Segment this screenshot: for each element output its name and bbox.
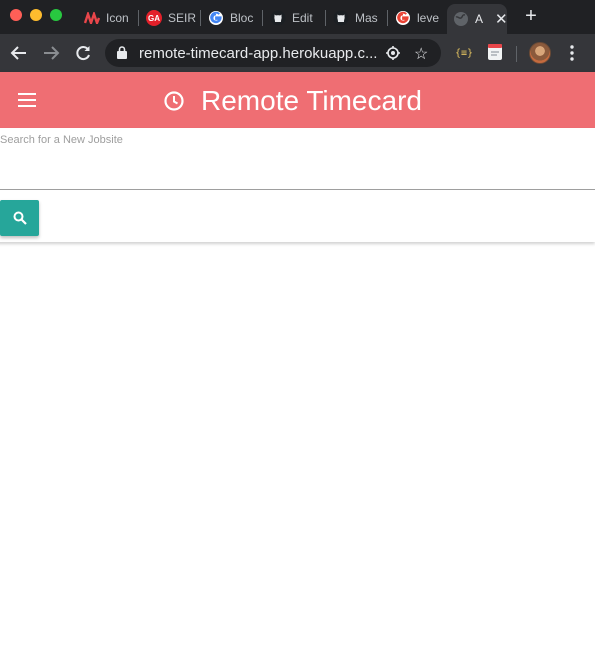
browser-tab[interactable]: GA SEIR bbox=[140, 4, 198, 32]
search-card: Search for a New Jobsite bbox=[0, 128, 595, 242]
profile-avatar[interactable] bbox=[529, 42, 551, 64]
tab-divider bbox=[138, 10, 139, 26]
lock-icon bbox=[117, 46, 127, 59]
tab-label: Edit bbox=[292, 11, 313, 25]
extension-notes-icon[interactable] bbox=[487, 43, 503, 61]
new-tab-button[interactable]: + bbox=[520, 5, 542, 27]
tab-divider bbox=[387, 10, 388, 26]
back-button[interactable] bbox=[7, 41, 31, 65]
browser-tab-active[interactable]: A ✕ bbox=[447, 4, 507, 34]
browser-tab[interactable]: Edit bbox=[264, 4, 324, 32]
window-minimize-button[interactable] bbox=[30, 9, 42, 21]
search-icon bbox=[13, 211, 27, 225]
tab-label: Icon bbox=[106, 11, 129, 25]
globe-icon bbox=[453, 11, 469, 27]
address-bar[interactable]: remote-timecard-app.herokuapp.c... ☆ bbox=[105, 39, 441, 67]
ga-logo-icon: GA bbox=[146, 10, 162, 26]
tab-label: Mas bbox=[355, 11, 378, 25]
window-maximize-button[interactable] bbox=[50, 9, 62, 21]
arrow-left-icon bbox=[10, 46, 26, 60]
forward-button[interactable] bbox=[39, 41, 63, 65]
window-close-button[interactable] bbox=[10, 9, 22, 21]
app-title: Remote Timecard bbox=[201, 85, 422, 116]
tab-divider bbox=[325, 10, 326, 26]
extension-braces-icon[interactable]: {≡} bbox=[455, 43, 473, 61]
github-logo-icon bbox=[333, 10, 349, 26]
tab-label: SEIR bbox=[168, 11, 197, 25]
browser-tab-strip: Icon GA SEIR Bloc Edit Mas leve A ✕ + bbox=[0, 0, 595, 34]
tab-label: A bbox=[475, 12, 484, 26]
tab-label: leve bbox=[417, 11, 440, 25]
url-text: remote-timecard-app.herokuapp.c... bbox=[139, 45, 378, 62]
tab-label: Bloc bbox=[230, 11, 254, 25]
tab-divider bbox=[200, 10, 201, 26]
jobsite-search-input[interactable] bbox=[0, 154, 595, 190]
arrow-right-icon bbox=[44, 46, 60, 60]
location-icon[interactable] bbox=[385, 45, 401, 61]
google-logo-icon bbox=[208, 10, 224, 26]
svg-text:{≡}: {≡} bbox=[455, 48, 473, 59]
browser-tab[interactable]: leve bbox=[389, 4, 445, 32]
reload-icon bbox=[76, 46, 90, 61]
close-icon[interactable]: ✕ bbox=[495, 10, 507, 28]
google-logo-icon bbox=[395, 10, 411, 26]
bookmark-star-icon[interactable]: ☆ bbox=[414, 44, 428, 64]
reload-button[interactable] bbox=[71, 41, 95, 65]
browser-tab[interactable]: Mas bbox=[327, 4, 385, 32]
tab-divider bbox=[262, 10, 263, 26]
search-field-label: Search for a New Jobsite bbox=[0, 134, 123, 146]
toolbar-divider bbox=[516, 46, 517, 62]
clock-icon bbox=[164, 91, 184, 111]
browser-tab[interactable]: Icon bbox=[78, 4, 138, 32]
search-button[interactable] bbox=[0, 200, 39, 236]
stripes-logo-icon bbox=[84, 10, 100, 26]
menu-icon[interactable] bbox=[18, 93, 38, 107]
browser-tab[interactable]: Bloc bbox=[202, 4, 260, 32]
app-header: Remote Timecard bbox=[0, 72, 595, 128]
more-menu-icon[interactable] bbox=[566, 44, 578, 62]
github-logo-icon bbox=[270, 10, 286, 26]
browser-toolbar: remote-timecard-app.herokuapp.c... ☆ {≡} bbox=[0, 34, 595, 72]
